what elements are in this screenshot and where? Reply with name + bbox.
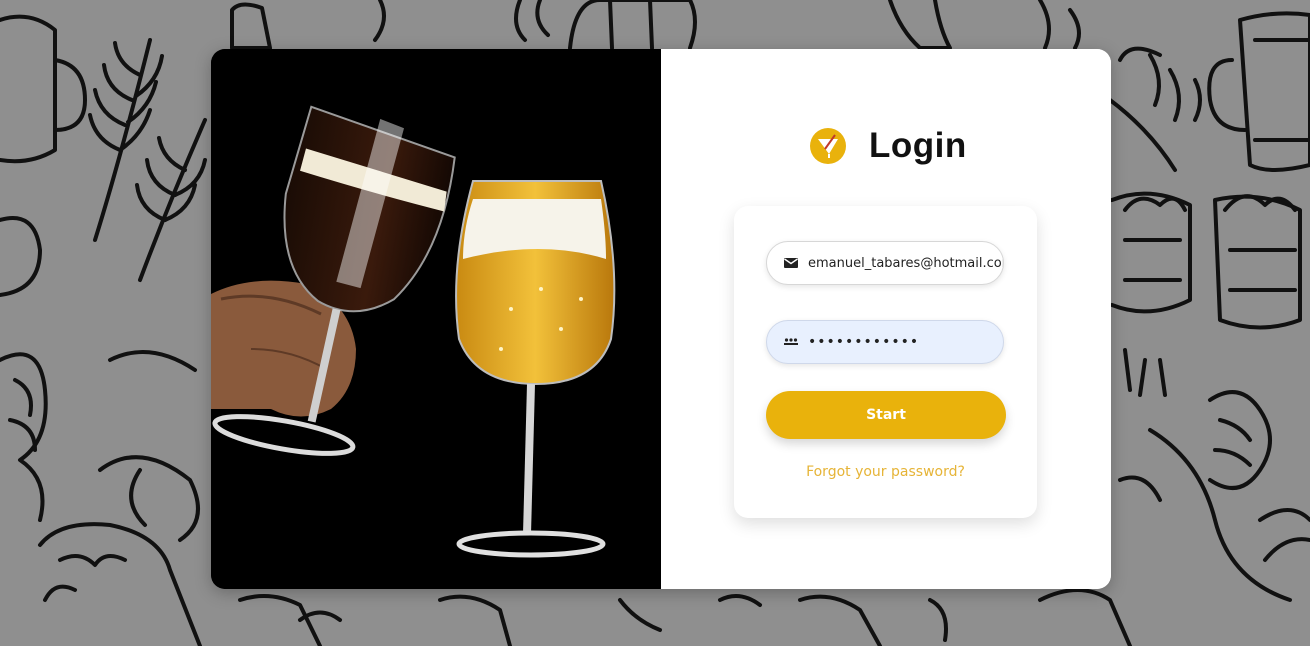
password-input[interactable] [808, 334, 1003, 350]
login-form: Start Forgot your password? [734, 206, 1037, 518]
login-panel: Login emanuel_tabares@hotmail.com ••••••… [661, 49, 1111, 589]
forgot-password-link[interactable]: Forgot your password? [734, 464, 1037, 480]
email-field[interactable] [766, 241, 1004, 285]
password-field[interactable] [766, 320, 1004, 364]
login-header: Login [809, 123, 967, 169]
login-card: Login emanuel_tabares@hotmail.com ••••••… [211, 49, 1111, 589]
start-button[interactable]: Start [766, 391, 1006, 439]
page-title: Login [869, 126, 967, 165]
beer-toast-photo [211, 49, 661, 589]
email-input[interactable] [808, 255, 1003, 271]
mail-icon [783, 255, 799, 271]
beer-glass-logo-icon [809, 127, 847, 165]
password-dots-icon [783, 334, 799, 350]
